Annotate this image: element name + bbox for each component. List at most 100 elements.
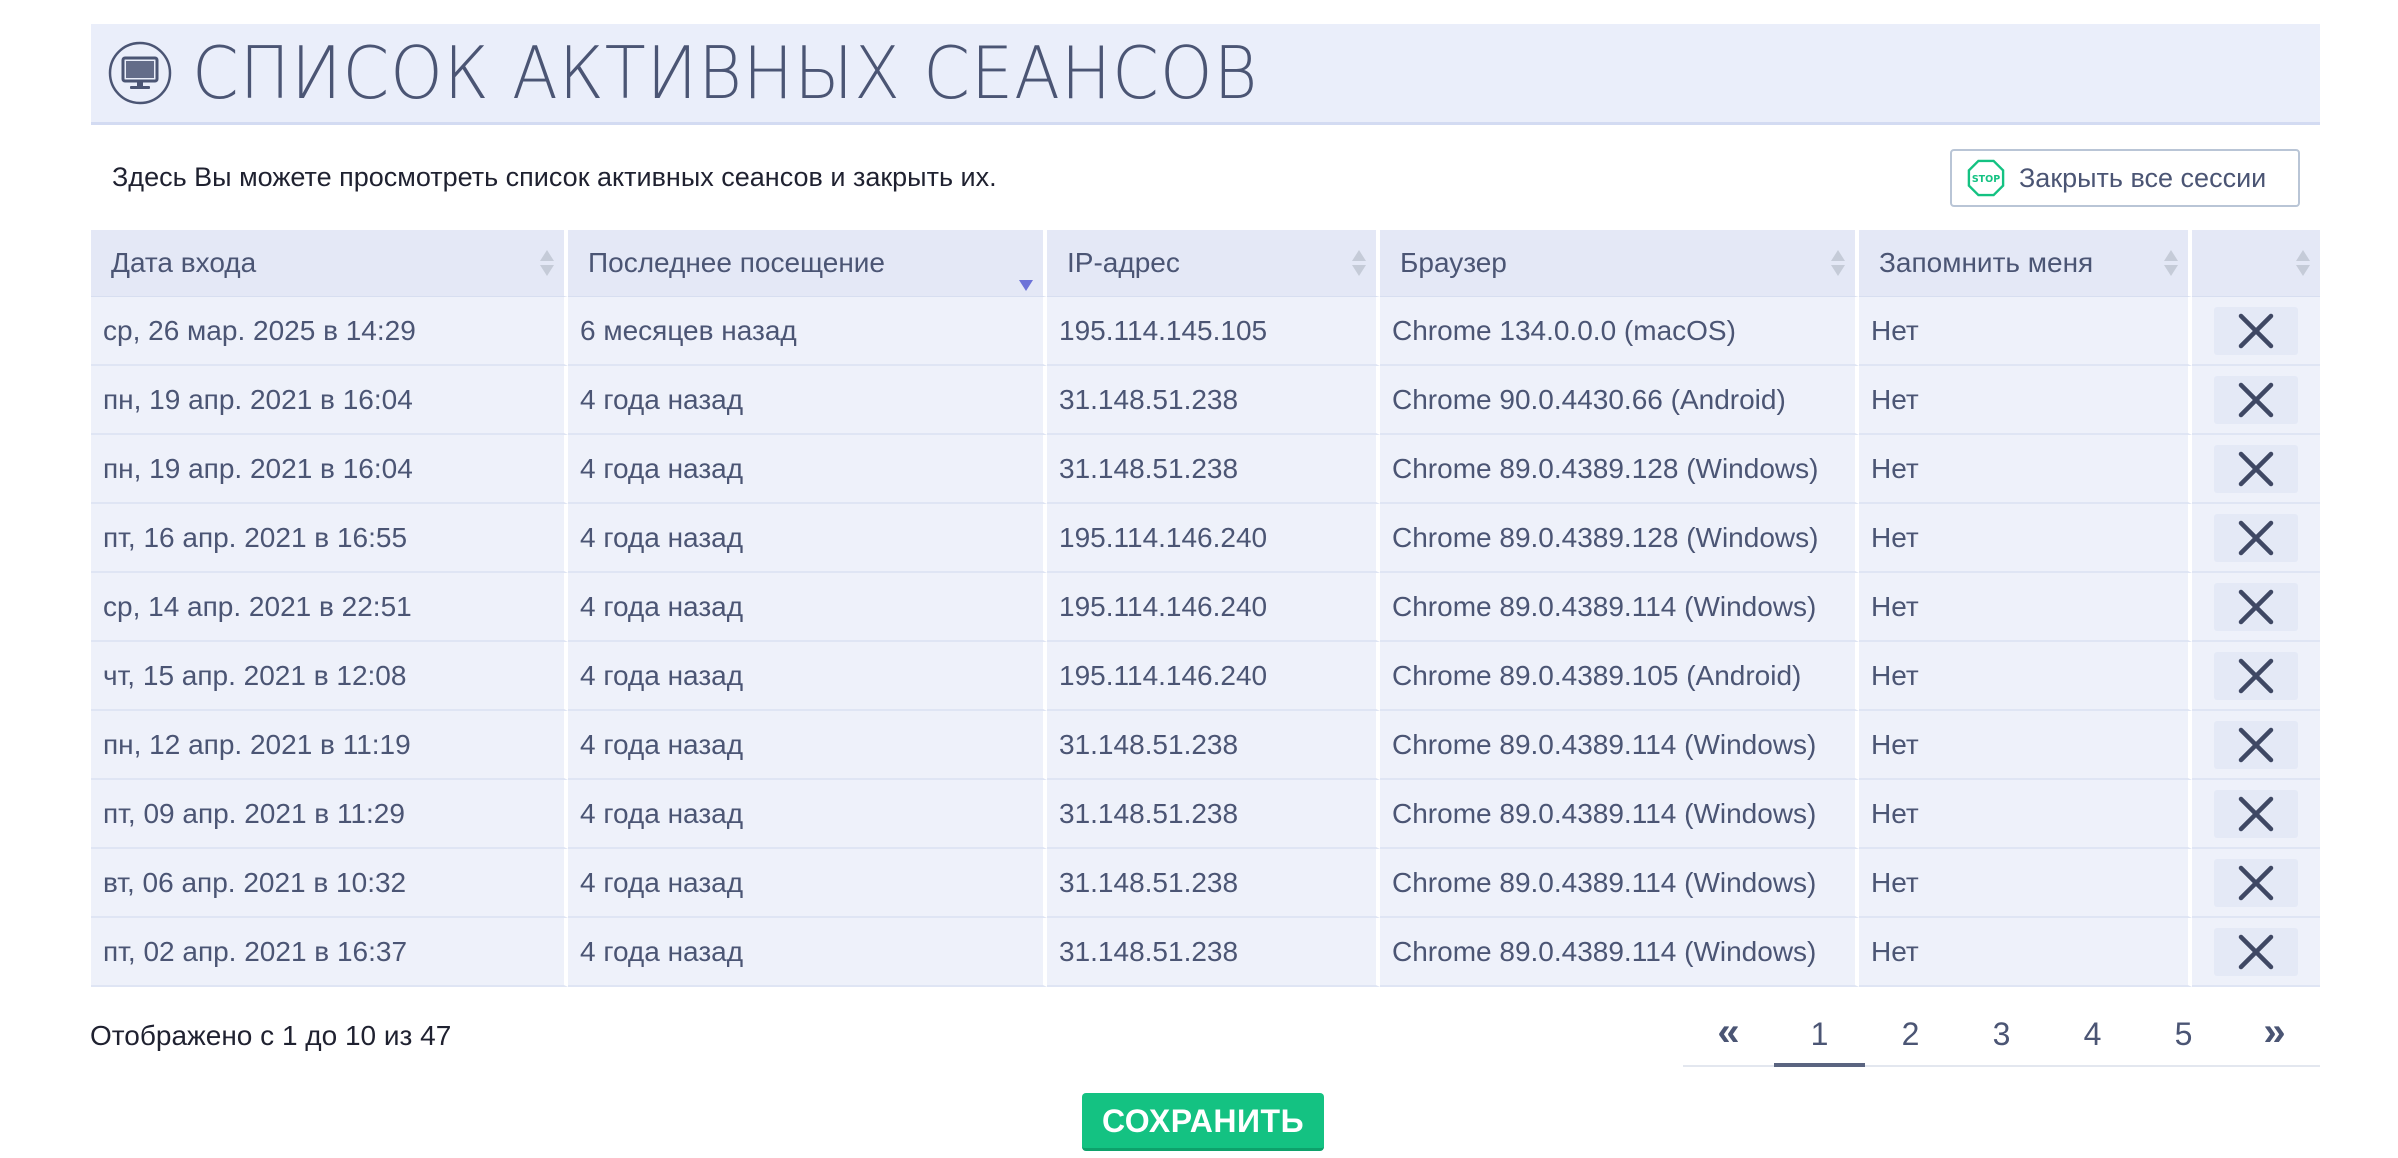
cell-ip: 195.114.146.240 — [1047, 642, 1380, 711]
cell-date: пн, 12 апр. 2021 в 11:19 — [91, 711, 568, 780]
pagination-page-2[interactable]: 2 — [1865, 1005, 1956, 1065]
cell-date: ср, 14 апр. 2021 в 22:51 — [91, 573, 568, 642]
pagination-page-1[interactable]: 1 — [1774, 1005, 1865, 1067]
cell-last-visit: 4 года назад — [568, 504, 1047, 573]
close-session-button[interactable] — [2214, 720, 2298, 769]
sort-icon — [2164, 250, 2178, 278]
cell-last-visit: 4 года назад — [568, 918, 1047, 987]
cell-remember: Нет — [1859, 918, 2192, 987]
cell-actions — [2192, 504, 2320, 573]
cell-remember: Нет — [1859, 504, 2192, 573]
cell-actions — [2192, 573, 2320, 642]
close-session-button[interactable] — [2214, 375, 2298, 424]
cell-remember: Нет — [1859, 849, 2192, 918]
table-row: пт, 16 апр. 2021 в 16:55 4 года назад 195.… — [91, 504, 2320, 573]
column-header-browser[interactable]: Браузер — [1380, 230, 1859, 297]
cell-date: пн, 19 апр. 2021 в 16:04 — [91, 366, 568, 435]
cell-last-visit: 4 года назад — [568, 642, 1047, 711]
svg-text:STOP: STOP — [1972, 174, 2000, 185]
close-session-button[interactable] — [2214, 582, 2298, 631]
cell-actions — [2192, 435, 2320, 504]
cell-actions — [2192, 711, 2320, 780]
cell-browser: Chrome 134.0.0.0 (macOS) — [1380, 297, 1859, 366]
pagination: « 1 2 3 4 5 » — [1683, 1005, 2320, 1067]
cell-ip: 195.114.146.240 — [1047, 573, 1380, 642]
save-button[interactable]: СОХРАНИТЬ — [1082, 1093, 1324, 1151]
close-icon — [2238, 796, 2274, 831]
pagination-page-5[interactable]: 5 — [2138, 1005, 2229, 1065]
cell-actions — [2192, 642, 2320, 711]
cell-date: пт, 09 апр. 2021 в 11:29 — [91, 780, 568, 849]
cell-browser: Chrome 89.0.4389.105 (Android) — [1380, 642, 1859, 711]
sessions-page: СПИСОК АКТИВНЫХ СЕАНСОВ Здесь Вы можете … — [90, 24, 2320, 1107]
column-header-ip[interactable]: IP-адрес — [1047, 230, 1380, 297]
cell-ip: 31.148.51.238 — [1047, 366, 1380, 435]
cell-remember: Нет — [1859, 297, 2192, 366]
close-session-button[interactable] — [2214, 513, 2298, 562]
close-icon — [2238, 934, 2274, 969]
cell-remember: Нет — [1859, 711, 2192, 780]
cell-ip: 31.148.51.238 — [1047, 918, 1380, 987]
table-row: чт, 15 апр. 2021 в 12:08 4 года назад 195.… — [91, 642, 2320, 711]
column-header-remember[interactable]: Запомнить меня — [1859, 230, 2192, 297]
table-row: пн, 19 апр. 2021 в 16:04 4 года назад 31.1… — [91, 435, 2320, 504]
stop-sign-icon: STOP — [1967, 159, 2005, 197]
close-all-sessions-button[interactable]: STOP Закрыть все сессии — [1950, 149, 2300, 207]
cell-ip: 31.148.51.238 — [1047, 435, 1380, 504]
cell-date: пт, 02 апр. 2021 в 16:37 — [91, 918, 568, 987]
close-icon — [2238, 313, 2274, 348]
pagination-page-4[interactable]: 4 — [2047, 1005, 2138, 1065]
cell-browser: Chrome 90.0.4430.66 (Android) — [1380, 366, 1859, 435]
close-session-button[interactable] — [2214, 858, 2298, 907]
close-icon — [2238, 520, 2274, 555]
pagination-page-3[interactable]: 3 — [1956, 1005, 2047, 1065]
close-icon — [2238, 727, 2274, 762]
column-header-last-visit[interactable]: Последнее посещение — [568, 230, 1047, 297]
cell-browser: Chrome 89.0.4389.114 (Windows) — [1380, 849, 1859, 918]
sort-icon — [540, 250, 554, 278]
cell-date: чт, 15 апр. 2021 в 12:08 — [91, 642, 568, 711]
cell-browser: Chrome 89.0.4389.114 (Windows) — [1380, 918, 1859, 987]
table-row: ср, 26 мар. 2025 в 14:29 6 месяцев назад 1… — [91, 297, 2320, 366]
cell-remember: Нет — [1859, 435, 2192, 504]
close-session-button[interactable] — [2214, 789, 2298, 838]
cell-remember: Нет — [1859, 642, 2192, 711]
table-row: пн, 12 апр. 2021 в 11:19 4 года назад 31.1… — [91, 711, 2320, 780]
table-row: вт, 06 апр. 2021 в 10:32 4 года назад 31.1… — [91, 849, 2320, 918]
close-session-button[interactable] — [2214, 651, 2298, 700]
sort-icon — [2296, 250, 2310, 278]
cell-last-visit: 4 года назад — [568, 573, 1047, 642]
cell-last-visit: 4 года назад — [568, 711, 1047, 780]
cell-remember: Нет — [1859, 780, 2192, 849]
close-icon — [2238, 865, 2274, 900]
close-icon — [2238, 658, 2274, 693]
cell-ip: 195.114.145.105 — [1047, 297, 1380, 366]
table-row: пт, 09 апр. 2021 в 11:29 4 года назад 31.1… — [91, 780, 2320, 849]
close-icon — [2238, 589, 2274, 624]
cell-actions — [2192, 849, 2320, 918]
sort-icon — [1352, 250, 1366, 278]
cell-browser: Chrome 89.0.4389.114 (Windows) — [1380, 573, 1859, 642]
table-header-row: Дата входа Последнее посещение IP-адрес … — [91, 230, 2320, 297]
cell-ip: 31.148.51.238 — [1047, 849, 1380, 918]
pagination-next[interactable]: » — [2229, 1005, 2320, 1065]
pagination-info: Отображено с 1 до 10 из 47 — [90, 1020, 452, 1051]
cell-last-visit: 4 года назад — [568, 435, 1047, 504]
cell-date: вт, 06 апр. 2021 в 10:32 — [91, 849, 568, 918]
sort-icon — [1831, 250, 1845, 278]
cell-date: пт, 16 апр. 2021 в 16:55 — [91, 504, 568, 573]
close-icon — [2238, 382, 2274, 417]
close-session-button[interactable] — [2214, 927, 2298, 976]
close-session-button[interactable] — [2214, 444, 2298, 493]
cell-actions — [2192, 366, 2320, 435]
close-session-button[interactable] — [2214, 306, 2298, 355]
cell-last-visit: 4 года назад — [568, 849, 1047, 918]
cell-actions — [2192, 780, 2320, 849]
table-row: пн, 19 апр. 2021 в 16:04 4 года назад 31.1… — [91, 366, 2320, 435]
pagination-prev[interactable]: « — [1683, 1005, 1774, 1065]
cell-ip: 31.148.51.238 — [1047, 780, 1380, 849]
column-header-actions[interactable] — [2192, 230, 2320, 297]
cell-remember: Нет — [1859, 573, 2192, 642]
cell-date: ср, 26 мар. 2025 в 14:29 — [91, 297, 568, 366]
column-header-date[interactable]: Дата входа — [91, 230, 568, 297]
